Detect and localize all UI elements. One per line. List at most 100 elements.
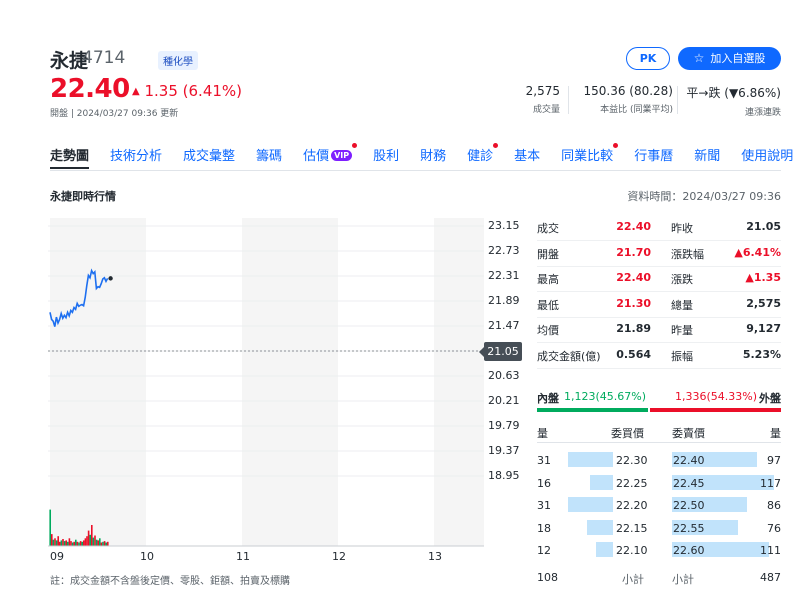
tab-4[interactable]: 籌碼 (256, 145, 282, 169)
stat-pe-label: 本益比 (同業平均) (600, 105, 673, 115)
market-status: 開盤 | 2024/03/27 09:36 更新 (50, 109, 179, 119)
volume-bar (107, 541, 109, 546)
tab-7[interactable]: 財務 (420, 145, 446, 169)
y-tick-label: 23.15 (488, 219, 520, 232)
quote-row: 成交金額(億) 0.564 振幅 5.23% (537, 344, 781, 369)
inner-label: 內盤 (537, 392, 559, 405)
quote-label: 最高 (537, 273, 559, 286)
volume-bar (73, 541, 75, 546)
quote-value: 21.05 (746, 220, 781, 233)
stat-streak: 平→跌 (▼6.86%) 連漲連跌 (686, 84, 781, 118)
order-book-divider (537, 442, 781, 443)
notification-dot (352, 143, 358, 148)
y-tick-label: 20.21 (488, 394, 520, 407)
quote-value: 9,127 (746, 322, 781, 335)
bid-qty: 12 (537, 544, 551, 557)
volume-bar (97, 540, 99, 546)
time-bands (50, 218, 484, 546)
volume-bar (86, 536, 88, 546)
bid-qty: 31 (537, 499, 551, 512)
bid-depth-bar (589, 474, 613, 490)
volume-bar (57, 536, 59, 546)
volume-bar (62, 539, 64, 546)
sector-badge[interactable]: 種化學 (158, 51, 198, 70)
tab-label: 走勢圖 (50, 149, 90, 164)
volume-bar (95, 539, 98, 546)
volume-bar (87, 530, 90, 546)
bid-total-label: 小計 (622, 573, 644, 586)
hour-band (242, 218, 338, 546)
x-tick-label: 12 (332, 550, 346, 563)
quote-value: ▲6.41% (734, 245, 781, 259)
ask-price: 22.50 (673, 499, 705, 512)
tab-9[interactable]: 基本 (514, 145, 540, 169)
intraday-chart[interactable] (48, 218, 484, 548)
tab-2[interactable]: 技術分析 (110, 145, 162, 169)
order-book-row: 31 22.20 22.50 86 (537, 494, 781, 517)
stat-volume-label: 成交量 (532, 105, 560, 115)
tab-10[interactable]: 同業比較 (561, 143, 619, 169)
stat-volume-value: 2,575 (525, 84, 560, 98)
tab-8[interactable]: 健診 (467, 143, 499, 169)
bid-price-header: 委買價 (611, 427, 644, 440)
bid-price: 22.20 (616, 499, 648, 512)
quote-value: 21.89 (616, 322, 651, 335)
volume-bar (63, 541, 66, 546)
tab-label: 基本 (514, 149, 541, 164)
bid-total: 108 (537, 571, 558, 584)
footnote: 註：成交金額不含盤後定價、零股、鉅額、拍賣及標購 (50, 576, 290, 587)
quote-label: 振幅 (671, 349, 693, 363)
bid-qty-header: 量 (537, 427, 548, 440)
tab-1[interactable]: 走勢圖 (50, 145, 90, 169)
tab-5[interactable]: 估價 VIP (303, 143, 358, 169)
volume-bar (54, 538, 56, 546)
ask-price: 22.40 (673, 454, 705, 467)
volume-bar (91, 525, 93, 546)
stat-divider (568, 86, 569, 114)
last-price-dot (108, 276, 113, 281)
add-to-watchlist-button[interactable]: ☆ 加入自選股 (678, 47, 781, 70)
volume-bar (71, 542, 74, 546)
tab-label: 同業比較 (561, 149, 614, 164)
quote-label: 昨收 (671, 222, 693, 235)
tab-12[interactable]: 新聞 (694, 145, 720, 169)
volume-bar (49, 509, 51, 546)
quote-value: ▲1.35 (745, 271, 781, 284)
quote-row: 成交 22.40 昨收 21.05 (537, 216, 781, 241)
bid-price: 22.10 (616, 544, 648, 557)
pk-button[interactable]: PK (626, 47, 670, 70)
tab-label: 成交彙整 (183, 149, 236, 164)
tab-13[interactable]: 使用說明 (741, 145, 793, 169)
ask-qty: 76 (767, 521, 781, 535)
tab-3[interactable]: 成交彙整 (183, 145, 235, 169)
order-book-row: 16 22.25 22.45 117 (537, 472, 781, 495)
vip-badge: VIP (331, 150, 353, 161)
tab-divider (50, 170, 781, 171)
volume-bar (76, 541, 79, 546)
ask-total: 487 (760, 571, 781, 584)
tab-11[interactable]: 行事曆 (634, 145, 673, 169)
ask-total-label: 小計 (672, 573, 694, 586)
volume-bar (89, 534, 91, 546)
tab-6[interactable]: 股利 (373, 145, 399, 169)
ask-qty: 86 (767, 499, 781, 512)
volume-bar (78, 542, 80, 546)
tab-label: 健診 (467, 149, 494, 164)
y-tick-label: 22.31 (488, 269, 520, 282)
volume-bar (100, 542, 103, 546)
stat-divider (677, 86, 678, 114)
bid-price: 22.25 (616, 476, 648, 490)
volume-bar (51, 534, 53, 546)
volume-bar (84, 538, 87, 546)
x-tick-label: 09 (50, 550, 64, 563)
quote-value: 0.564 (616, 347, 651, 361)
bid-price: 22.15 (616, 521, 648, 535)
y-tick-label: 19.37 (488, 444, 520, 457)
outer-label: 外盤 (759, 392, 781, 405)
tab-label: 技術分析 (110, 149, 163, 164)
inner-ratio-bar (537, 408, 648, 412)
volume-bar (92, 537, 95, 546)
volume-bar (103, 541, 106, 546)
volume-bar (70, 541, 72, 546)
quote-value: 21.30 (616, 296, 651, 310)
